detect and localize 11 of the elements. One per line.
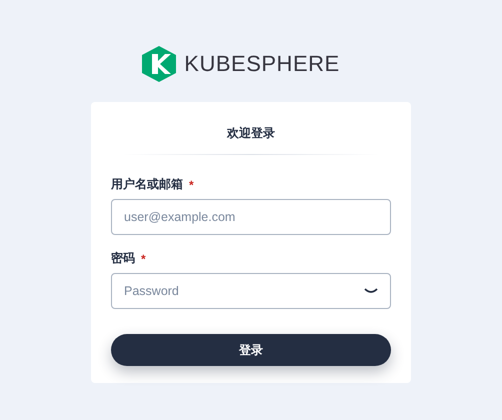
required-mark: * bbox=[189, 178, 194, 192]
password-field[interactable]: Password bbox=[111, 273, 391, 309]
logo-wordmark: KUBESPHERE bbox=[184, 51, 340, 77]
eye-closed-icon[interactable] bbox=[364, 288, 378, 294]
required-mark: * bbox=[141, 252, 146, 266]
login-button[interactable]: 登录 bbox=[111, 334, 391, 366]
login-title: 欢迎登录 bbox=[226, 125, 276, 142]
username-field[interactable]: user@example.com bbox=[111, 199, 391, 235]
field-label: 用户名或邮箱 bbox=[111, 176, 183, 193]
logo-icon bbox=[142, 46, 176, 82]
field-label: 密码 bbox=[111, 250, 135, 267]
